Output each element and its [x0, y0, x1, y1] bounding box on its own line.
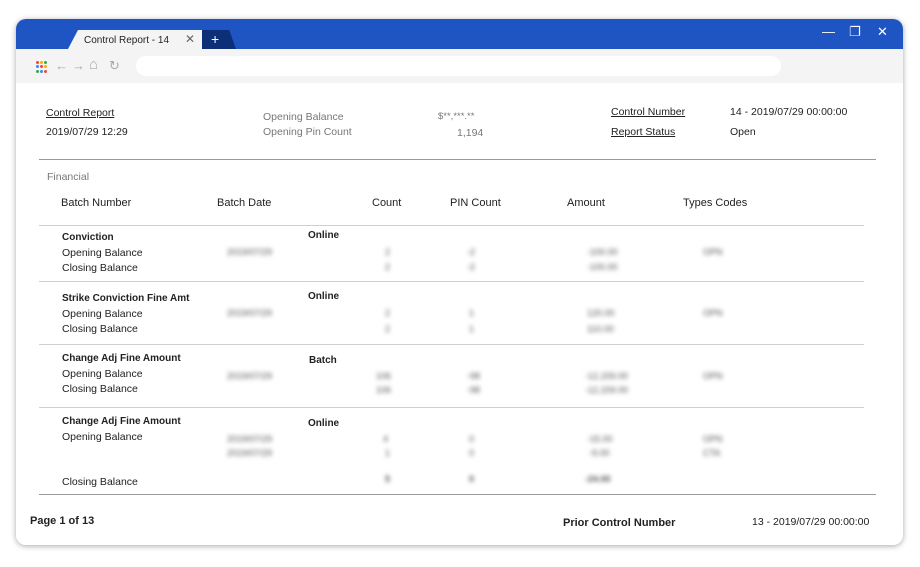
group-name: Change Adj Fine Amount: [62, 416, 181, 427]
row-count: 1: [385, 448, 391, 458]
control-report-date: 2019/07/29 12:29: [46, 126, 128, 138]
group-type: Online: [308, 230, 340, 241]
group-type: Batch: [309, 355, 337, 366]
row-label: Opening Balance: [62, 308, 143, 320]
refresh-icon[interactable]: ↻: [109, 58, 120, 74]
row-date: 2019/07/29: [227, 308, 273, 318]
address-bar[interactable]: [136, 56, 781, 76]
row-pin-count: -2: [467, 262, 476, 272]
row-label: Closing Balance: [62, 323, 138, 335]
row-label: Closing Balance: [62, 262, 138, 274]
prior-control-value: 13 - 2019/07/29 00:00:00: [752, 516, 870, 528]
row-amount: -24.00: [585, 474, 611, 484]
row-amount: -9.00: [589, 448, 610, 458]
back-icon[interactable]: ←: [55, 58, 68, 73]
row-count: 4: [383, 434, 389, 444]
column-header-pin-count: PIN Count: [450, 197, 501, 209]
row-pin-count: 1: [469, 308, 475, 318]
row-count: 2: [385, 308, 391, 318]
row-count: 2: [385, 247, 391, 257]
row-count: 106: [376, 385, 392, 395]
row-pin-count: -98: [467, 371, 481, 381]
row-count: 2: [385, 262, 391, 272]
row-label: Closing Balance: [62, 383, 138, 395]
control-number-link[interactable]: Control Number: [611, 106, 685, 118]
row-type-code: CTA: [703, 448, 721, 458]
report-status-link[interactable]: Report Status: [611, 126, 675, 138]
apps-icon[interactable]: [36, 61, 48, 73]
opening-pin-count-label: Opening Pin Count: [263, 126, 352, 138]
title-bar: Control Report - 14 ✕ + — ❐ ✕: [16, 19, 903, 49]
opening-balance-value: $**,***.**: [438, 111, 475, 122]
row-pin-count: -2: [467, 247, 476, 257]
row-count: 106: [376, 371, 392, 381]
row-pin-count: -98: [467, 385, 481, 395]
report-status-value: Open: [730, 126, 756, 138]
group-name: Conviction: [62, 232, 114, 243]
column-header-batch-number: Batch Number: [61, 197, 132, 209]
column-header-amount: Amount: [567, 197, 605, 209]
row-type-code: OPN: [703, 308, 723, 318]
row-label: Closing Balance: [62, 476, 138, 488]
financial-panel: Financial Batch Number Batch Date Count …: [39, 159, 876, 495]
divider: [39, 344, 864, 345]
group-type: Online: [308, 418, 340, 429]
row-pin-count: 0: [469, 474, 475, 484]
report-content: Control Report 2019/07/29 12:29 Opening …: [16, 83, 903, 545]
forward-icon[interactable]: →: [72, 58, 85, 73]
restore-icon[interactable]: ❐: [849, 24, 861, 40]
row-amount: 110.00: [587, 324, 614, 334]
row-amount: 120.00: [587, 308, 615, 318]
row-label: Opening Balance: [62, 247, 143, 259]
page-indicator: Page 1 of 13: [30, 515, 95, 527]
divider: [39, 225, 864, 226]
prior-control-label: Prior Control Number: [563, 517, 676, 529]
column-header-batch-date: Batch Date: [217, 197, 272, 209]
row-type-code: OPN: [703, 247, 723, 257]
row-pin-count: 1: [469, 324, 475, 334]
opening-pin-count-value: 1,194: [457, 127, 484, 139]
close-icon[interactable]: ✕: [877, 24, 888, 40]
row-pin-count: 0: [469, 448, 475, 458]
row-type-code: OPN: [703, 371, 723, 381]
row-amount: -12,159.00: [585, 371, 629, 381]
browser-window: Control Report - 14 ✕ + — ❐ ✕ ← → ⌂ ↻ Co…: [16, 19, 903, 545]
group-name: Change Adj Fine Amount: [62, 353, 181, 364]
row-pin-count: 0: [469, 434, 475, 444]
control-report-link[interactable]: Control Report: [46, 107, 114, 119]
divider: [39, 407, 864, 408]
row-label: Opening Balance: [62, 368, 143, 380]
browser-toolbar: ← → ⌂ ↻: [16, 49, 903, 83]
row-date: 2019/07/29: [227, 247, 273, 257]
tab-close-icon[interactable]: ✕: [185, 32, 195, 46]
plus-icon: +: [211, 31, 220, 47]
tab-control-report[interactable]: Control Report - 14 ✕: [68, 30, 208, 49]
column-header-types-codes: Types Codes: [683, 197, 748, 209]
group-type: Online: [308, 291, 340, 302]
row-label: Opening Balance: [62, 431, 143, 443]
row-amount: -12,159.00: [585, 385, 629, 395]
row-type-code: OPN: [703, 434, 723, 444]
row-amount: -100.00: [587, 247, 618, 257]
home-icon[interactable]: ⌂: [89, 56, 98, 73]
row-amount: -15.00: [587, 434, 613, 444]
row-date: 2019/07/29: [227, 448, 273, 458]
group-name: Strike Conviction Fine Amt: [62, 293, 190, 304]
minimize-icon[interactable]: —: [822, 24, 835, 39]
control-number-value: 14 - 2019/07/29 00:00:00: [730, 106, 848, 118]
new-tab-button[interactable]: +: [202, 30, 236, 49]
opening-balance-label: Opening Balance: [263, 111, 344, 123]
column-header-count: Count: [372, 197, 402, 209]
row-count: 2: [385, 324, 391, 334]
tab-title: Control Report - 14: [84, 35, 170, 46]
row-amount: -100.00: [587, 262, 618, 272]
row-count: 5: [385, 474, 391, 484]
row-date: 2019/07/29: [227, 434, 273, 444]
row-date: 2019/07/29: [227, 371, 273, 381]
financial-section-label: Financial: [47, 171, 90, 183]
divider: [39, 281, 864, 282]
